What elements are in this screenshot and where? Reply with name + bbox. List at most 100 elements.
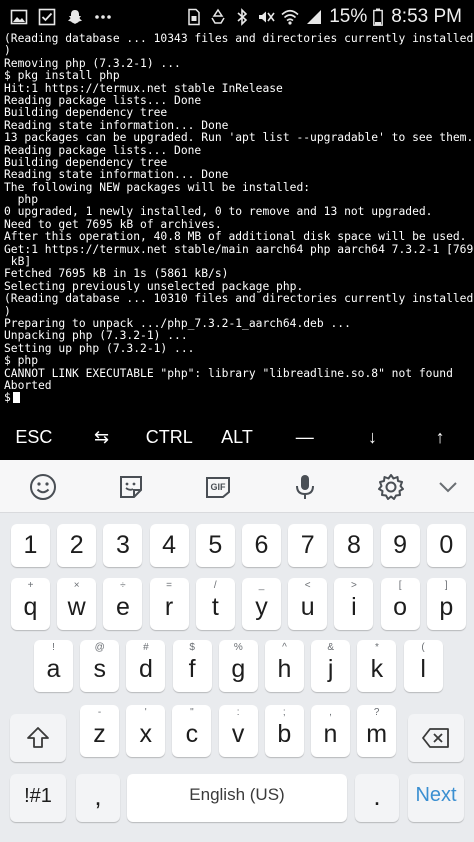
shift-key[interactable] (10, 714, 66, 762)
key-k[interactable]: * k (357, 640, 397, 692)
terminal-line: $ php (4, 354, 39, 368)
key-g[interactable]: % g (218, 640, 258, 692)
key-f[interactable]: $ f (172, 640, 212, 692)
shift-icon (10, 725, 66, 757)
key-hint: ' (144, 707, 147, 718)
microphone-icon[interactable] (290, 472, 320, 502)
terminal-line: 13 packages can be upgraded. Run 'apt li… (4, 131, 474, 145)
key-label: 8 (346, 531, 361, 559)
key-hint: : (236, 707, 240, 718)
key-label: v (231, 720, 245, 748)
key-label: 5 (208, 531, 223, 559)
collapse-icon[interactable] (433, 472, 463, 502)
key-label: 4 (162, 531, 177, 559)
key-label: c (185, 720, 199, 748)
key-hint: < (304, 580, 311, 591)
key-l[interactable]: (l (403, 640, 443, 692)
dash-key[interactable]: — (271, 416, 339, 458)
key-hint: > (350, 580, 357, 591)
key-d[interactable]: # d (126, 640, 166, 692)
key-hint: , (329, 707, 332, 718)
terminal-output[interactable]: (Reading database ... 10343 files and di… (0, 33, 474, 415)
battery-icon (373, 8, 384, 26)
space-key[interactable]: English (US) (127, 774, 347, 822)
key-hint: _ (258, 580, 265, 591)
key-label: o (393, 593, 408, 621)
terminal-line: $ pkg install php (4, 69, 120, 83)
key-j[interactable]: & j (311, 640, 351, 692)
terminal-prompt-line[interactable]: $ (4, 392, 474, 404)
ctrl-key[interactable]: CTRL (135, 416, 203, 458)
status-bar: 15% 8:53 PM (0, 0, 474, 33)
key-v[interactable]: :v (218, 705, 258, 757)
key-p[interactable]: ] p (426, 578, 466, 630)
key-z[interactable]: -z (80, 705, 119, 757)
period-key[interactable]: . (355, 774, 399, 822)
key-3[interactable]: 3 (103, 524, 143, 567)
arrow-up-key[interactable]: ↑ (406, 416, 474, 458)
sticker-icon[interactable] (116, 472, 146, 502)
key-4[interactable]: 4 (149, 524, 189, 567)
key-s[interactable]: @ s (80, 640, 120, 692)
key-i[interactable]: > i (334, 578, 374, 630)
key-n[interactable]: ,n (311, 705, 350, 757)
terminal-line: (Reading database ... 10343 files and di… (4, 33, 474, 45)
key-6[interactable]: 6 (242, 524, 281, 567)
key-label: 1 (23, 531, 38, 559)
key-u[interactable]: < u (288, 578, 328, 630)
key-r[interactable]: = r (149, 578, 189, 630)
key-hint: × (73, 580, 80, 591)
key-c[interactable]: " c (172, 705, 212, 757)
wifi-icon (281, 8, 299, 26)
settings-icon[interactable] (376, 472, 406, 502)
key-label: s (93, 655, 106, 683)
comma-key[interactable]: , (76, 774, 120, 822)
key-2[interactable]: 2 (57, 524, 97, 567)
backspace-key[interactable] (408, 714, 464, 762)
key-q[interactable]: + q (11, 578, 50, 630)
more-icon (94, 8, 112, 26)
terminal-line: After this operation, 40.8 MB of additio… (4, 230, 467, 244)
key-hint: [ (398, 580, 402, 591)
key-o[interactable]: [o (380, 578, 420, 630)
terminal-line: Setting up php (7.3.2-1) ... (4, 341, 195, 355)
key-9[interactable]: 9 (380, 524, 420, 567)
key-7[interactable]: 7 (288, 524, 328, 567)
alt-key[interactable]: ALT (203, 416, 271, 458)
key-5[interactable]: 5 (195, 524, 235, 567)
key-0[interactable]: 0 (426, 524, 466, 567)
key-label: 0 (439, 531, 454, 559)
esc-key[interactable]: ESC (0, 416, 68, 458)
terminal-line: CANNOT LINK EXECUTABLE "php": library "l… (4, 366, 453, 380)
emoji-icon[interactable] (28, 472, 58, 502)
arrow-down-key[interactable]: ↓ (339, 416, 407, 458)
next-key[interactable]: Next (408, 774, 464, 822)
key-label: x (139, 720, 152, 748)
terminal-line: ) (4, 44, 11, 58)
key-label: f (188, 655, 196, 683)
key-hint: + (27, 580, 34, 591)
gif-icon[interactable]: GIF (203, 472, 233, 502)
key-hint: - (97, 707, 102, 718)
key-a[interactable]: ! a (34, 640, 73, 692)
key-e[interactable]: ÷ e (103, 578, 143, 630)
key-hint: @ (94, 642, 105, 653)
key-8[interactable]: 8 (334, 524, 374, 567)
key-hint: = (166, 580, 173, 591)
image-icon (10, 8, 28, 26)
symbols-key[interactable]: !#1 (10, 774, 66, 822)
key-y[interactable]: _ y (242, 578, 281, 630)
key-m[interactable]: ? m (357, 705, 397, 757)
tab-key[interactable]: ⇆ (68, 416, 136, 458)
key-1[interactable]: 1 (11, 524, 50, 567)
key-label: t (211, 593, 219, 621)
key-label: k (370, 655, 384, 683)
key-t[interactable]: / t (195, 578, 235, 630)
key-x[interactable]: ' x (126, 705, 166, 757)
sim-icon (185, 8, 203, 26)
key-hint: ( (421, 642, 425, 653)
battery-level: 15% (329, 5, 368, 27)
key-w[interactable]: × w (57, 578, 97, 630)
key-h[interactable]: ^ h (265, 640, 304, 692)
key-b[interactable]: ; b (264, 705, 304, 757)
